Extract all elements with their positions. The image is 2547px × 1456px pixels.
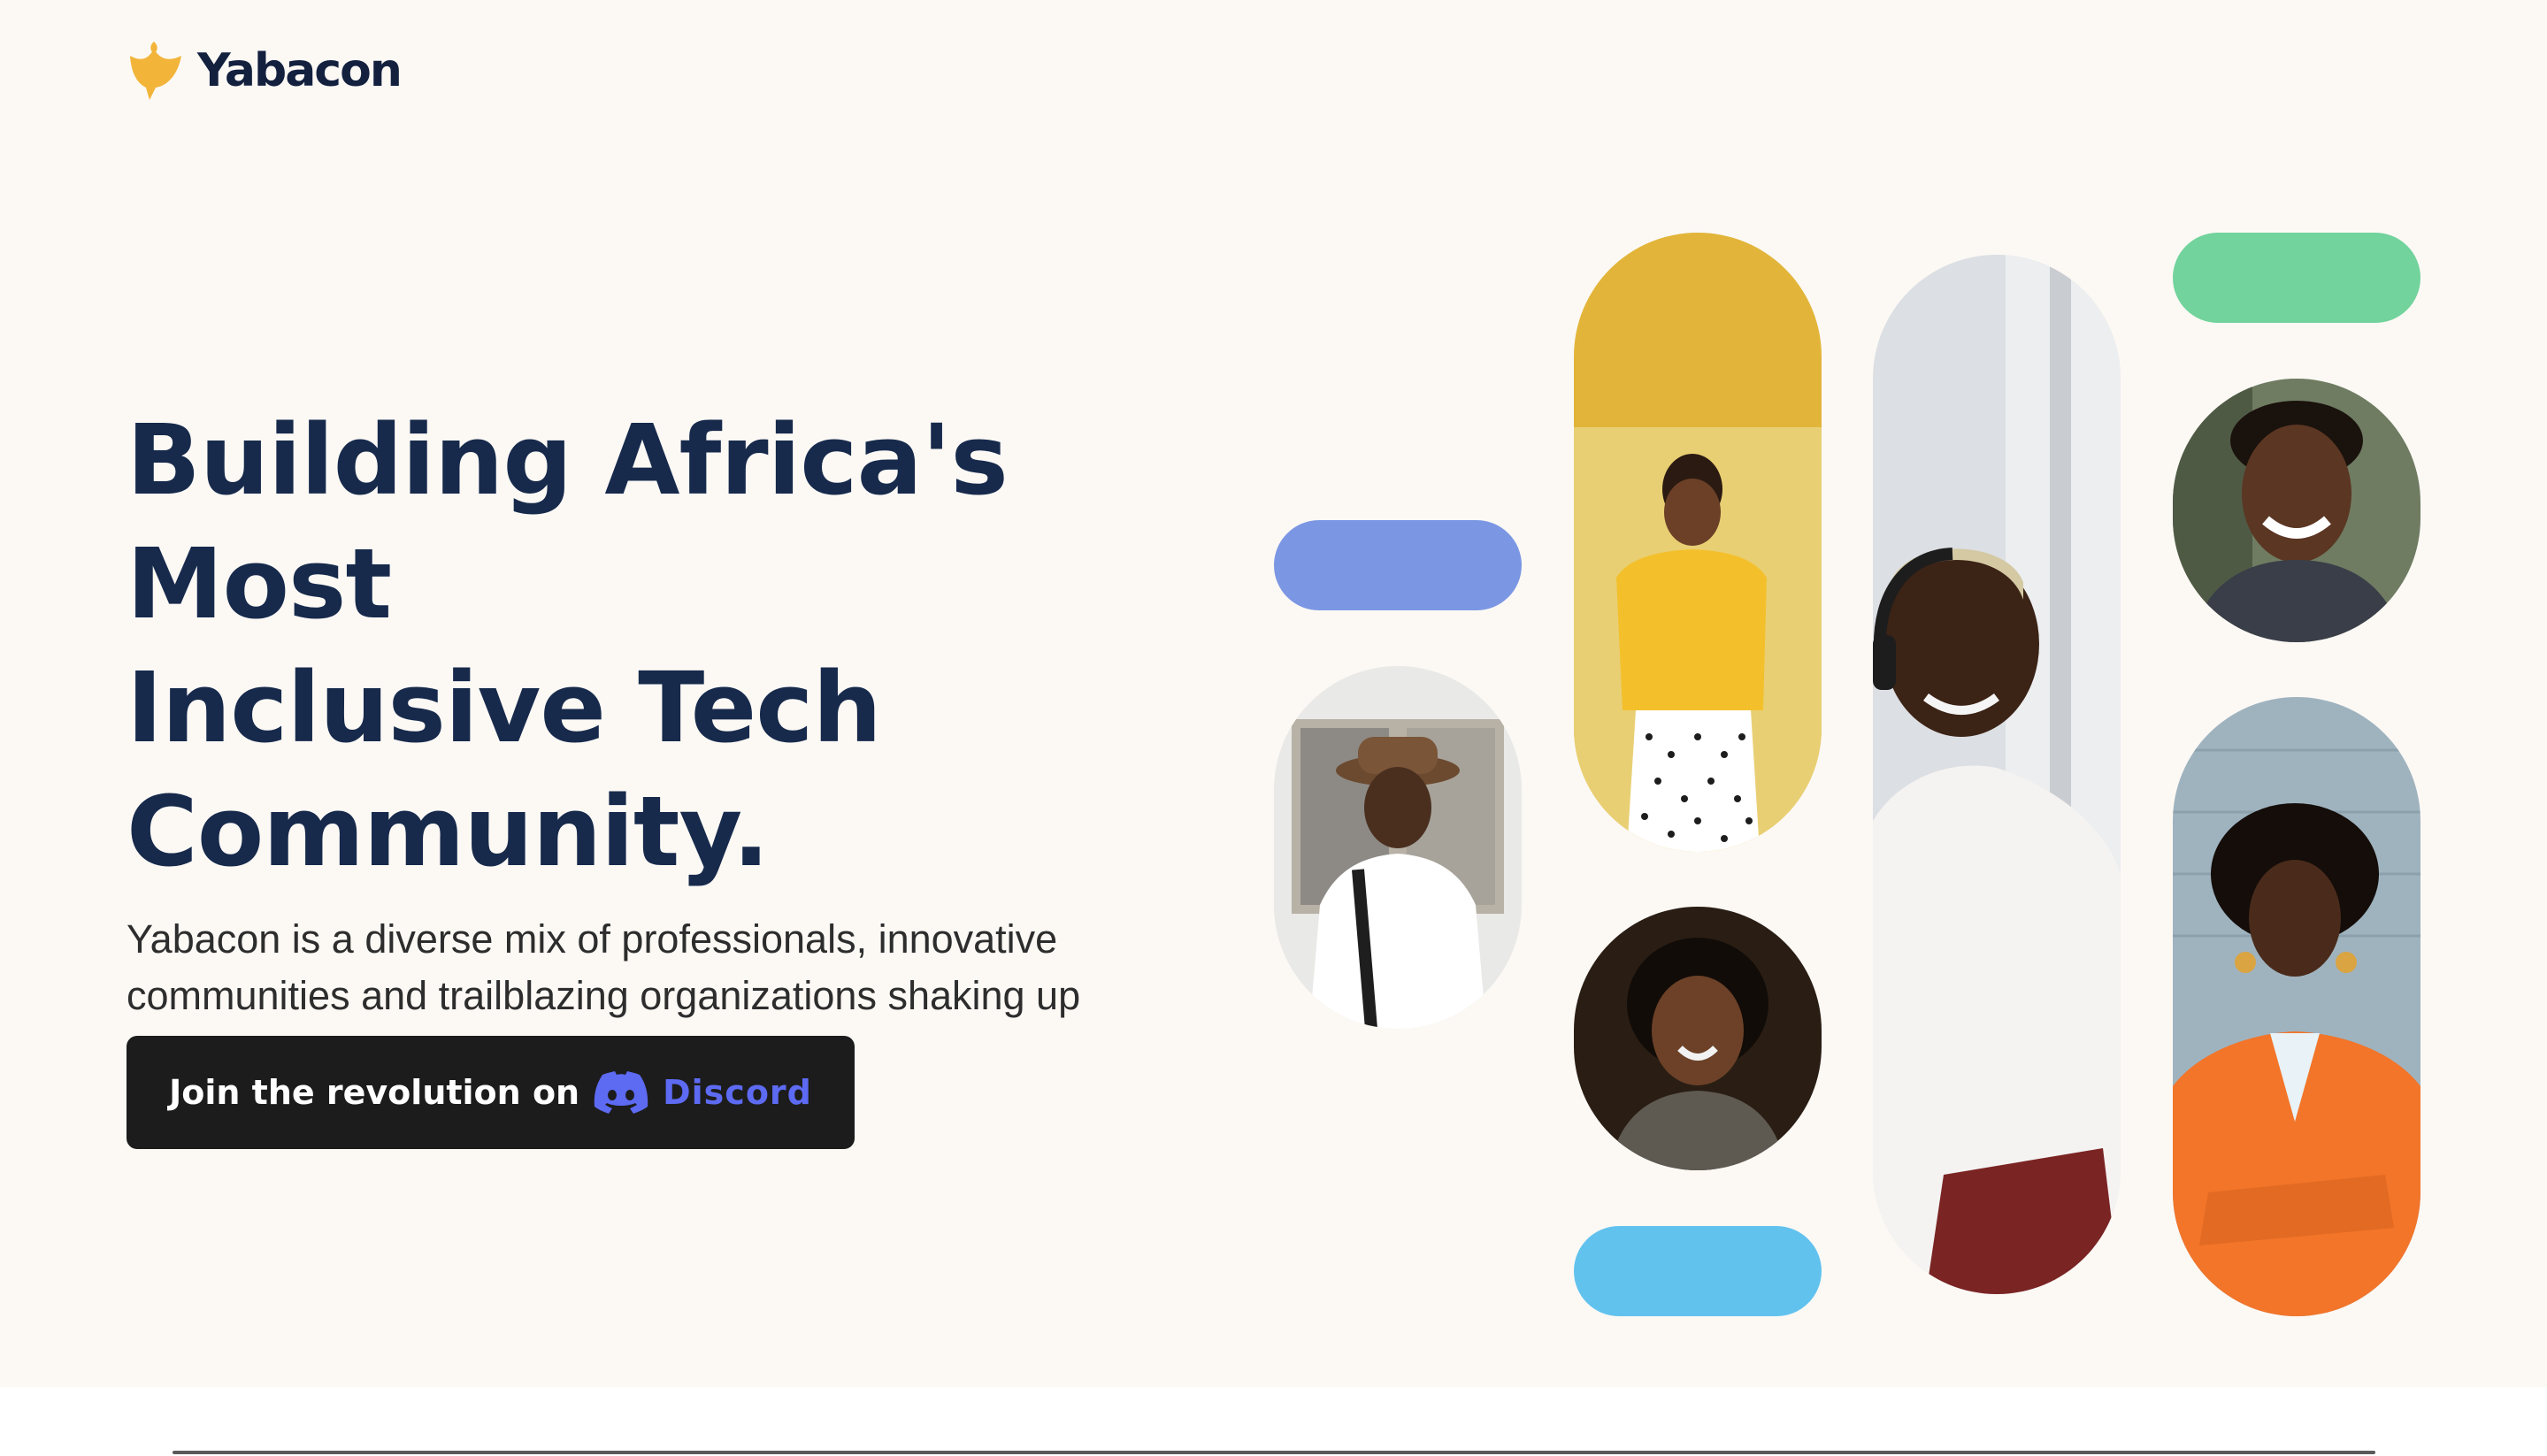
woman-smiling-dark-photo	[1574, 907, 1822, 1170]
section-divider	[173, 1451, 2375, 1454]
discord-icon	[594, 1071, 648, 1114]
hero-title-line: Community.	[127, 775, 770, 888]
green-pill-shape	[2173, 233, 2420, 323]
join-discord-button[interactable]: Join the revolution on Discord	[127, 1036, 855, 1149]
man-smiling-photo	[2173, 379, 2420, 642]
hero-title: Building Africa's Most Inclusive Tech Co…	[127, 398, 1188, 893]
man-with-hat-photo	[1274, 666, 1522, 1029]
sky-pill-shape	[1574, 1226, 1822, 1316]
cta-label: Join the revolution on	[169, 1073, 580, 1112]
blue-pill-shape	[1274, 520, 1522, 610]
woman-orange-blazer-photo	[2173, 697, 2420, 1316]
hero-section: Building Africa's Most Inclusive Tech Co…	[127, 398, 1188, 1081]
yabacon-logo-icon[interactable]	[127, 40, 185, 102]
hero-title-line: Inclusive Tech	[127, 651, 882, 764]
discord-wordmark: Discord	[663, 1073, 812, 1112]
next-section-band	[0, 1387, 2547, 1456]
man-headphones-photo	[1873, 255, 2121, 1294]
brand-name[interactable]: Yabacon	[197, 44, 403, 97]
woman-yellow-wall-photo	[1574, 233, 1822, 852]
hero-title-line: Building Africa's Most	[127, 403, 1009, 640]
site-header: Yabacon	[127, 35, 403, 106]
